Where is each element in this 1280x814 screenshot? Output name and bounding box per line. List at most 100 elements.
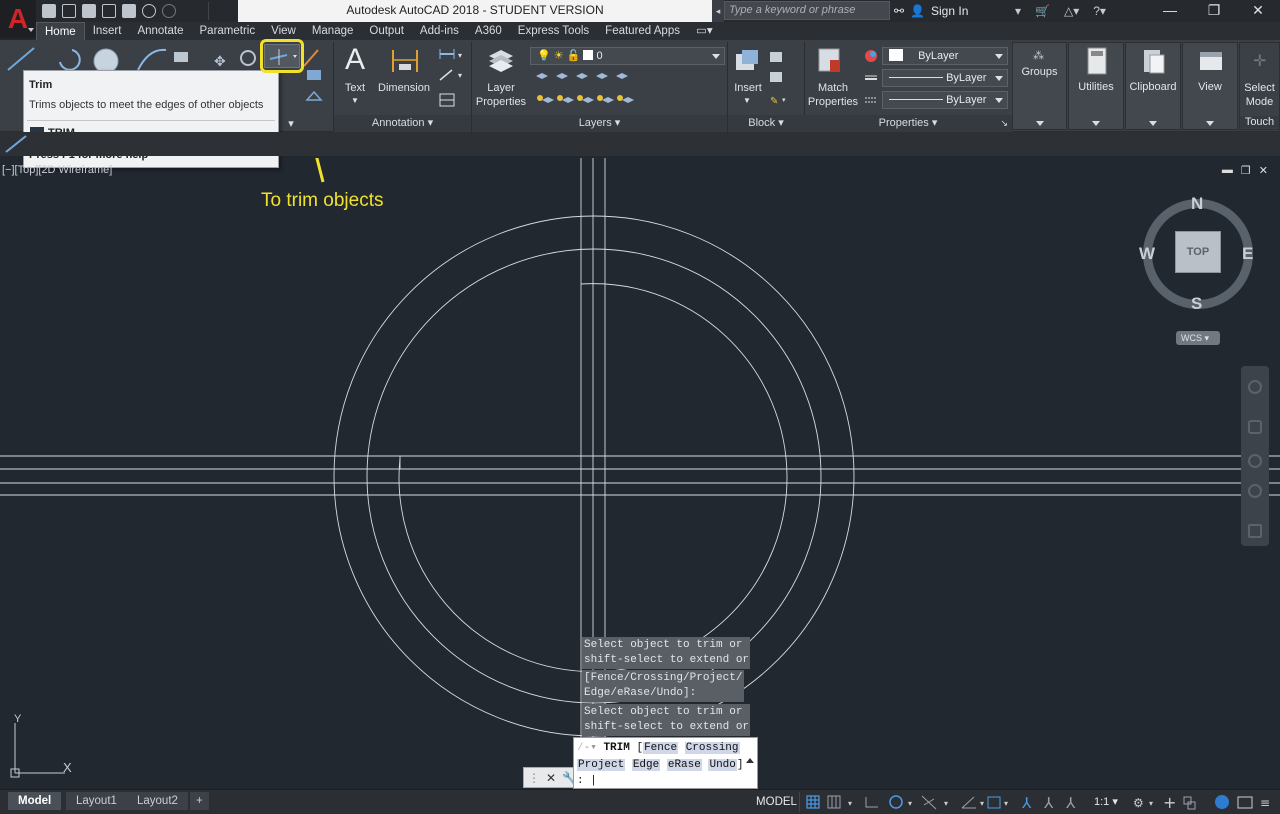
viewcube-top-face[interactable]: TOP <box>1175 231 1221 273</box>
model-space-button[interactable]: MODEL <box>754 792 800 812</box>
tab-a360[interactable]: A360 <box>467 22 510 40</box>
grip-icon[interactable]: ⋮ <box>528 771 540 785</box>
minimize-icon[interactable]: ▬ <box>1222 164 1233 177</box>
chevron-down-icon[interactable]: ▼ <box>742 94 752 108</box>
compass-north[interactable]: N <box>1191 194 1203 214</box>
dialog-launcher-icon[interactable]: ↘ <box>1000 115 1008 132</box>
zoom-icon[interactable] <box>1248 454 1262 468</box>
groups-button[interactable]: ⁂ Groups <box>1012 42 1067 130</box>
panel-block-title[interactable]: Block ▾ <box>728 115 804 132</box>
application-menu-button[interactable]: A <box>0 0 36 38</box>
scroll-up-icon[interactable] <box>746 758 754 763</box>
compass-east[interactable]: E <box>1242 244 1253 264</box>
crosshair-icon: ✛ <box>1253 53 1267 70</box>
start-tab-icon[interactable] <box>0 132 30 156</box>
save-icon[interactable] <box>82 4 96 18</box>
binoculars-icon[interactable]: ⚯ <box>894 4 904 18</box>
annotation-scale[interactable]: 1:1 ▾ <box>1094 795 1118 808</box>
tab-output[interactable]: Output <box>361 22 412 40</box>
svg-text:+: + <box>1163 793 1176 811</box>
wcs-label: WCS <box>1181 333 1202 343</box>
option-undo[interactable]: Undo <box>708 759 737 771</box>
restore-icon[interactable]: ❐ <box>1241 164 1251 177</box>
save-as-icon[interactable] <box>102 4 116 18</box>
chevron-down-icon[interactable]: ▾ <box>1015 4 1021 18</box>
text-icon[interactable]: A <box>342 44 368 76</box>
search-expand-arrow[interactable]: ◂ <box>712 0 724 22</box>
close-icon[interactable]: ✕ <box>1259 164 1268 177</box>
showmotion-icon[interactable] <box>1248 524 1262 538</box>
tab-home[interactable]: Home <box>36 22 85 40</box>
command-input[interactable]: : | <box>577 773 597 789</box>
compass-south[interactable]: S <box>1191 294 1202 314</box>
close-button[interactable]: ✕ <box>1236 0 1280 22</box>
undo-icon[interactable] <box>142 4 156 18</box>
status-toggle-icons[interactable]: ▾ ▾ ▾ ▾ ▾ ⅄ ⅄ ⅄ ⚙ ▾ + ≡ <box>804 793 1280 811</box>
panel-properties-title[interactable]: Properties ▾ ↘ <box>804 115 1012 132</box>
exchange-icon[interactable]: △▾ <box>1064 4 1079 18</box>
chevron-down-icon[interactable]: ▼ <box>350 94 360 108</box>
ribbon-display-toggle[interactable]: ▭▾ <box>688 22 721 40</box>
tab-add-ins[interactable]: Add-ins <box>412 22 467 40</box>
modify-panel-dropdown[interactable]: ▾ <box>284 117 298 131</box>
option-crossing[interactable]: Crossing <box>684 742 740 754</box>
option-project[interactable]: Project <box>577 759 626 771</box>
utilities-button[interactable]: Utilities <box>1068 42 1124 130</box>
redo-icon[interactable] <box>162 4 176 18</box>
lineweight-dropdown[interactable]: ByLayer <box>882 91 1008 109</box>
tab-manage[interactable]: Manage <box>304 22 362 40</box>
sign-in-area[interactable]: ⚯ 👤 Sign In <box>894 0 968 22</box>
customize-qat-button[interactable] <box>208 2 234 20</box>
select-mode-button[interactable]: ✛ Select Mode Touch <box>1239 42 1280 130</box>
plot-icon[interactable] <box>122 4 136 18</box>
clipboard-button[interactable]: Clipboard <box>1125 42 1181 130</box>
tab-layout2[interactable]: Layout2 <box>127 792 188 810</box>
dimension-button[interactable]: Dimension <box>374 81 434 95</box>
layer-properties-button[interactable]: Layer Properties <box>472 81 530 109</box>
svg-text:⚙: ⚙ <box>1133 796 1144 810</box>
view-button[interactable]: View <box>1182 42 1238 130</box>
insert-button[interactable]: Insert <box>728 81 768 95</box>
search-input[interactable]: Type a keyword or phrase <box>724 1 890 20</box>
command-line[interactable]: ⁄-▾ TRIM [Fence Crossing Project Edge eR… <box>573 737 758 789</box>
cart-icon[interactable]: 🛒 <box>1035 4 1050 18</box>
tab-insert[interactable]: Insert <box>85 22 130 40</box>
option-edge[interactable]: Edge <box>631 759 661 771</box>
linetype-dropdown[interactable]: ByLayer <box>882 69 1008 87</box>
orbit-icon[interactable] <box>1248 484 1262 498</box>
color-dropdown[interactable]: ByLayer <box>882 47 1008 65</box>
sign-in-label[interactable]: Sign In <box>931 4 968 18</box>
restore-button[interactable]: ❐ <box>1192 0 1236 22</box>
tab-annotate[interactable]: Annotate <box>129 22 191 40</box>
tab-parametric[interactable]: Parametric <box>192 22 264 40</box>
add-layout-button[interactable]: + <box>190 792 209 810</box>
command-history-line: Select object to trim or shift-select to… <box>582 704 750 736</box>
open-file-icon[interactable] <box>62 4 76 18</box>
match-properties-icon[interactable] <box>816 46 846 76</box>
help-icon[interactable]: ?▾ <box>1093 4 1106 18</box>
compass-west[interactable]: W <box>1139 244 1155 264</box>
tab-view[interactable]: View <box>263 22 304 40</box>
new-file-icon[interactable] <box>42 4 56 18</box>
tab-model[interactable]: Model <box>8 792 62 810</box>
layer-dropdown[interactable]: 💡 ☀ 🔓 0 <box>530 47 725 65</box>
steering-wheel-icon[interactable] <box>1248 380 1262 394</box>
layer-properties-icon[interactable] <box>486 46 516 74</box>
tab-featured-apps[interactable]: Featured Apps <box>597 22 688 40</box>
option-fence[interactable]: Fence <box>643 742 679 754</box>
option-erase[interactable]: eRase <box>666 759 702 771</box>
svg-text:⅄: ⅄ <box>1043 794 1054 811</box>
minimize-button[interactable]: — <box>1148 0 1192 22</box>
match-properties-button[interactable]: Match Properties <box>804 81 862 109</box>
text-button[interactable]: Text <box>338 81 372 95</box>
panel-layers-title[interactable]: Layers ▾ <box>472 115 727 132</box>
svg-text:✥: ✥ <box>214 54 226 70</box>
pan-icon[interactable] <box>1248 420 1262 434</box>
dimension-icon[interactable] <box>390 46 420 76</box>
tab-layout1[interactable]: Layout1 <box>66 792 127 810</box>
tab-express-tools[interactable]: Express Tools <box>510 22 597 40</box>
viewport-controls-label[interactable]: [−][Top][2D Wireframe] <box>2 164 112 176</box>
wcs-menu[interactable]: WCS ▾ <box>1176 331 1220 345</box>
close-icon[interactable]: ✕ <box>546 771 556 785</box>
panel-annotation-title[interactable]: Annotation ▾ <box>334 115 471 132</box>
